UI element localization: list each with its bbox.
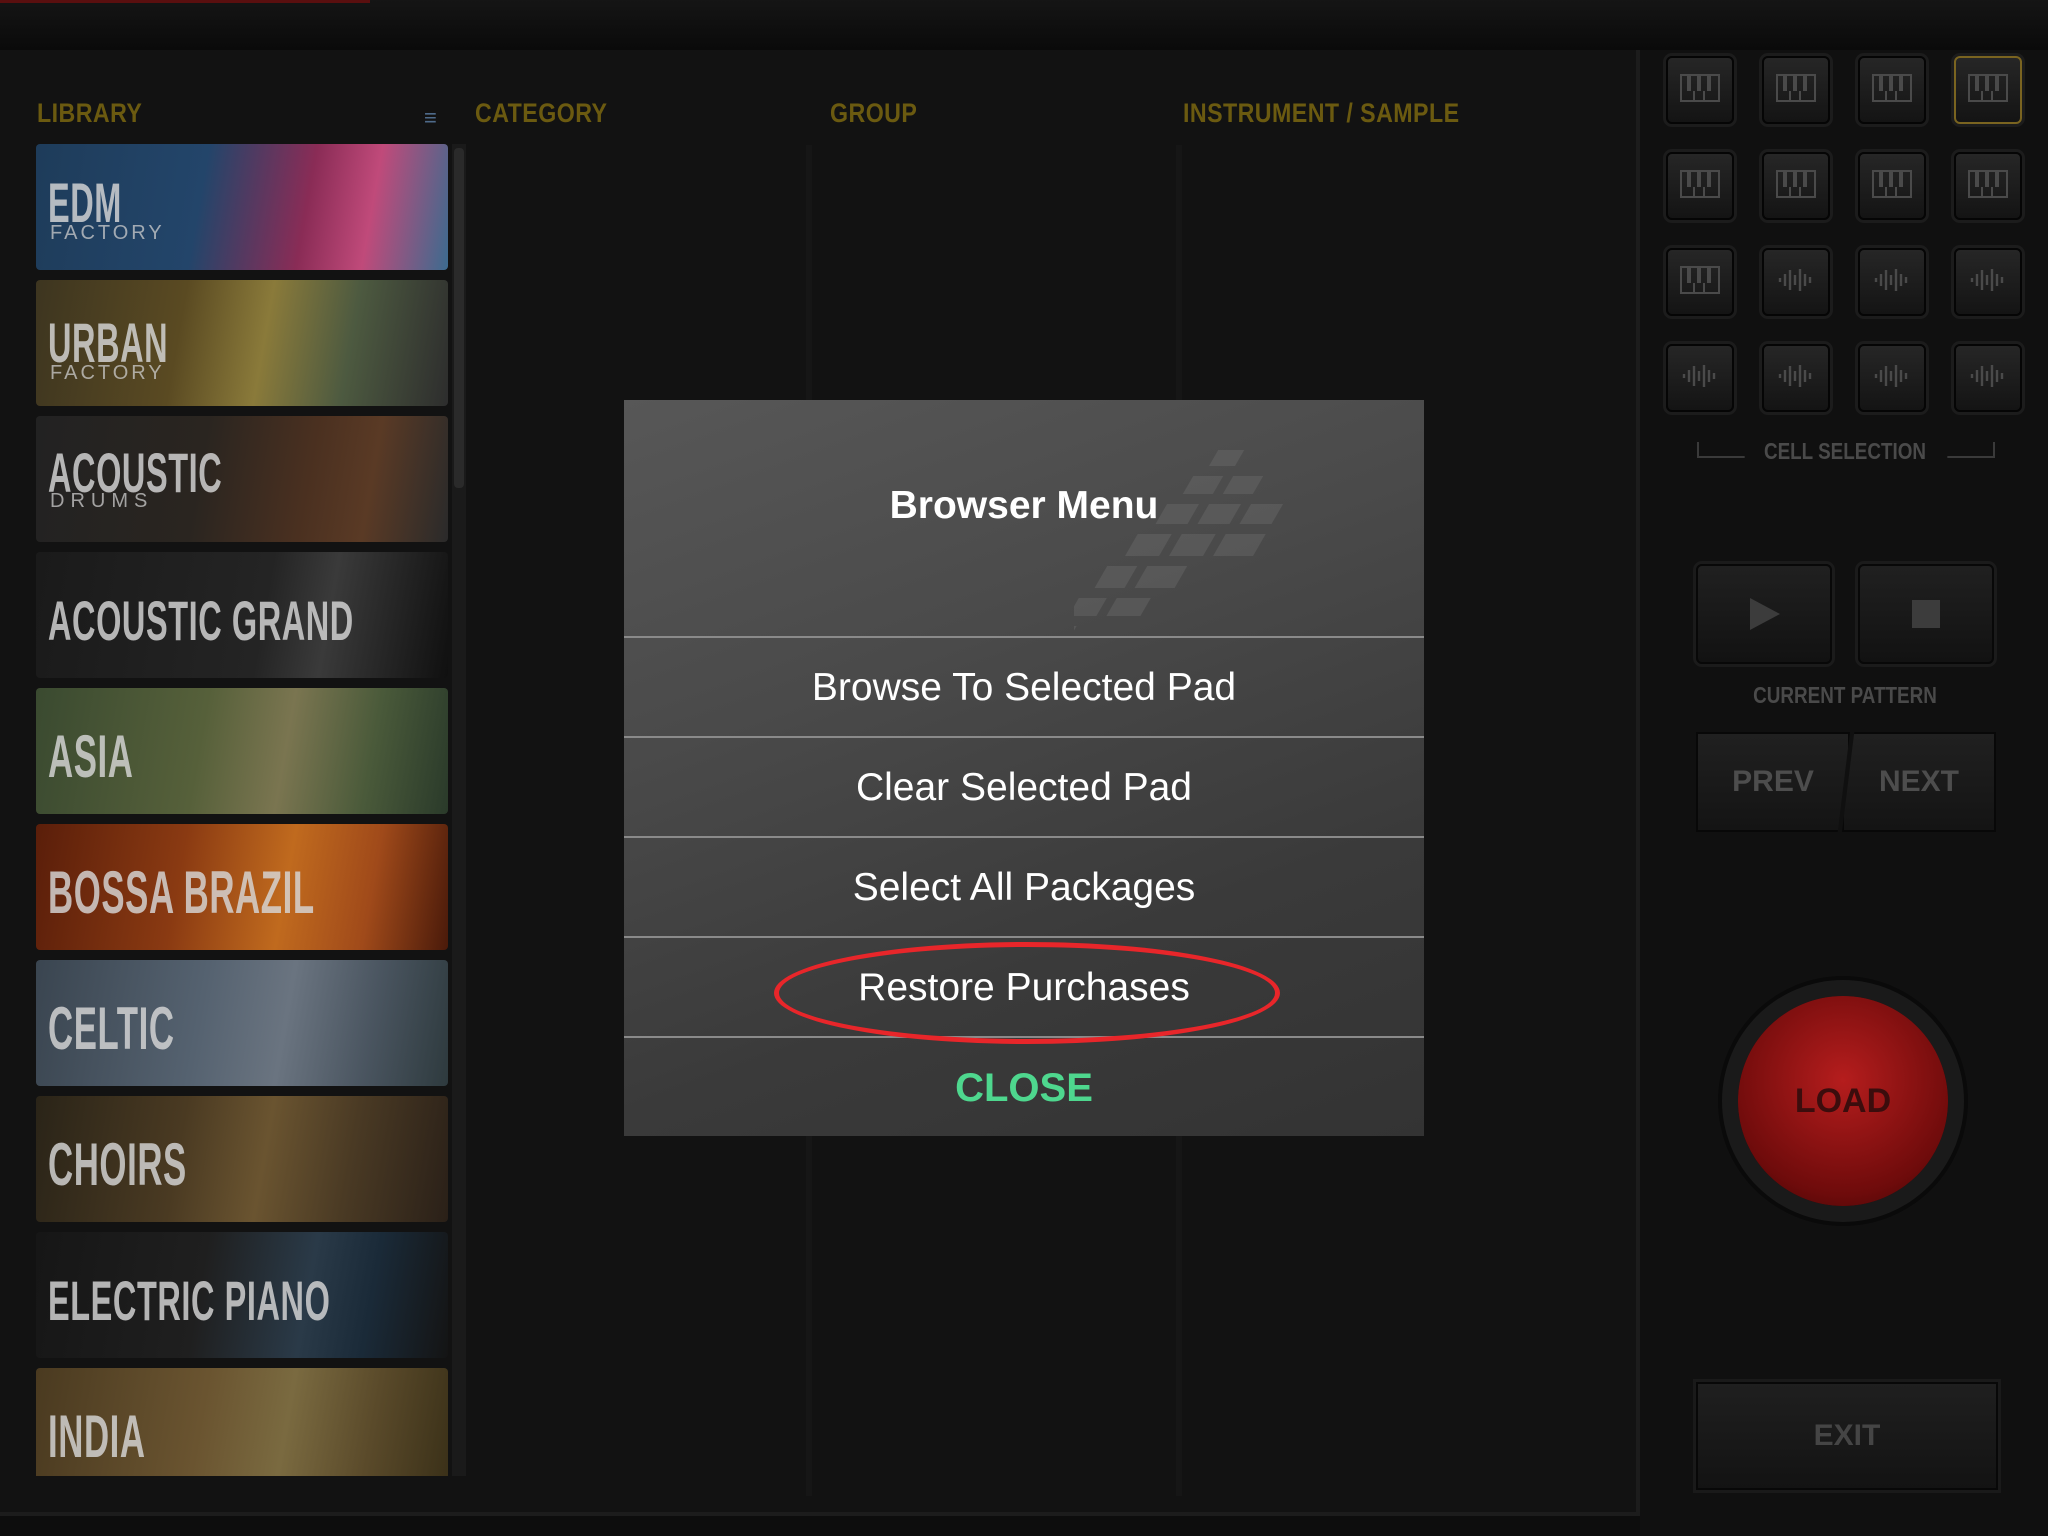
library-item-choirs[interactable]: CHOIRS — [36, 1096, 448, 1222]
category-header: CATEGORY — [475, 98, 608, 128]
load-button[interactable]: LOAD — [1738, 996, 1948, 1206]
library-item-label: ACOUSTIC GRAND — [48, 589, 354, 652]
instrument-header: INSTRUMENT / SAMPLE — [1183, 98, 1460, 128]
library-item-label: CHOIRS — [48, 1131, 187, 1198]
library-item-asia[interactable]: ASIA — [36, 688, 448, 814]
next-button[interactable]: NEXT — [1842, 732, 1996, 832]
play-button[interactable] — [1696, 564, 1832, 664]
piano-icon — [1872, 169, 1912, 203]
waveform-icon — [1968, 266, 2008, 299]
library-menu-icon[interactable]: ≡ — [424, 107, 444, 129]
piano-icon — [1776, 73, 1816, 107]
piano-icon — [1968, 73, 2008, 107]
library-item-edm[interactable]: EDM FACTORY — [36, 144, 448, 270]
library-item-label: INDIA — [48, 1403, 146, 1470]
pad-14[interactable] — [1762, 344, 1830, 412]
pad-3[interactable] — [1858, 56, 1926, 124]
library-item-bossa-brazil[interactable]: BOSSA BRAZIL — [36, 824, 448, 950]
library-item-sublabel: DRUMS — [50, 490, 154, 512]
pad-4[interactable] — [1954, 56, 2022, 124]
piano-icon — [1680, 169, 1720, 203]
library-item-celtic[interactable]: CELTIC — [36, 960, 448, 1086]
library-item-label: BOSSA BRAZIL — [48, 859, 315, 926]
pad-5[interactable] — [1666, 152, 1734, 220]
waveform-icon — [1872, 362, 1912, 395]
stop-icon — [1912, 600, 1940, 628]
pad-9[interactable] — [1666, 248, 1734, 316]
library-item-urban[interactable]: URBAN FACTORY — [36, 280, 448, 406]
cell-selection-label: CELL SELECTION — [1763, 438, 1927, 464]
pad-12[interactable] — [1954, 248, 2022, 316]
piano-icon — [1776, 169, 1816, 203]
library-list[interactable]: EDM FACTORY URBAN FACTORY ACOUSTIC DRUMS… — [36, 144, 448, 1476]
library-item-label: ELECTRIC PIANO — [48, 1269, 331, 1332]
library-header: LIBRARY — [37, 98, 143, 128]
waveform-icon — [1776, 266, 1816, 299]
prev-button[interactable]: PREV — [1696, 732, 1850, 832]
piano-icon — [1680, 73, 1720, 107]
group-header: GROUP — [830, 98, 918, 128]
waveform-icon — [1872, 266, 1912, 299]
library-item-acoustic-grand[interactable]: ACOUSTIC GRAND — [36, 552, 448, 678]
library-item-label: ASIA — [48, 723, 134, 790]
dialog-title: Browser Menu — [889, 484, 1159, 527]
clear-selected-pad-option[interactable]: Clear Selected Pad — [624, 736, 1424, 838]
library-scrollbar[interactable] — [452, 144, 466, 1476]
library-item-acoustic-drums[interactable]: ACOUSTIC DRUMS — [36, 416, 448, 542]
library-item-india[interactable]: INDIA — [36, 1368, 448, 1476]
pad-6[interactable] — [1762, 152, 1830, 220]
pad-13[interactable] — [1666, 344, 1734, 412]
brand-logo-icon — [1074, 450, 1284, 640]
close-button[interactable]: CLOSE — [624, 1036, 1424, 1136]
pad-1[interactable] — [1666, 56, 1734, 124]
browser-menu-dialog: Browser Menu Browse To Selected Pad Clea… — [624, 400, 1424, 1136]
piano-icon — [1680, 265, 1720, 299]
exit-button[interactable]: EXIT — [1696, 1382, 1998, 1490]
piano-icon — [1968, 169, 2008, 203]
pad-16[interactable] — [1954, 344, 2022, 412]
library-item-sublabel: FACTORY — [50, 222, 165, 244]
pad-15[interactable] — [1858, 344, 1926, 412]
waveform-icon — [1680, 362, 1720, 395]
piano-icon — [1872, 73, 1912, 107]
top-bar — [0, 0, 2048, 50]
select-all-packages-option[interactable]: Select All Packages — [624, 836, 1424, 938]
pad-10[interactable] — [1762, 248, 1830, 316]
restore-purchases-option[interactable]: Restore Purchases — [624, 936, 1424, 1038]
stop-button[interactable] — [1858, 564, 1994, 664]
pad-8[interactable] — [1954, 152, 2022, 220]
pad-11[interactable] — [1858, 248, 1926, 316]
pad-2[interactable] — [1762, 56, 1830, 124]
library-item-sublabel: FACTORY — [50, 362, 165, 384]
scrollbar-thumb[interactable] — [454, 148, 464, 488]
library-item-electric-piano[interactable]: ELECTRIC PIANO — [36, 1232, 448, 1358]
play-icon — [1750, 598, 1780, 630]
library-item-label: CELTIC — [48, 995, 175, 1062]
current-pattern-label: CURRENT PATTERN — [1753, 682, 1937, 708]
top-accent-line — [0, 0, 370, 3]
waveform-icon — [1776, 362, 1816, 395]
browse-to-selected-pad-option[interactable]: Browse To Selected Pad — [624, 636, 1424, 738]
waveform-icon — [1968, 362, 2008, 395]
pad-7[interactable] — [1858, 152, 1926, 220]
